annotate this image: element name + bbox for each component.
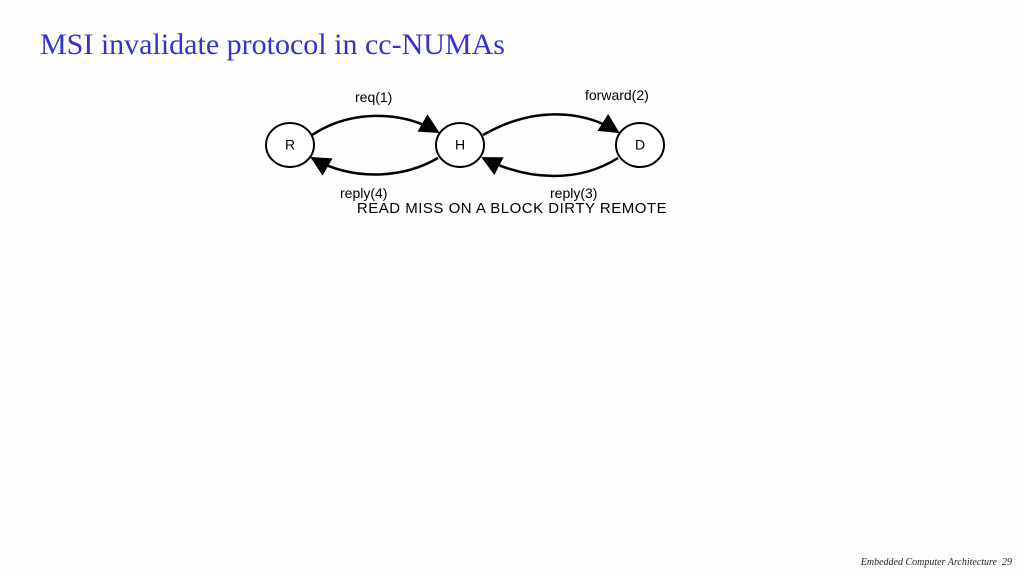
- slide-title: MSI invalidate protocol in cc-NUMAs: [40, 28, 505, 62]
- edge-reply3: [483, 158, 618, 176]
- node-h-label: H: [455, 137, 465, 153]
- protocol-diagram: R H D req(1) reply(4) forward(2) reply(3…: [240, 80, 700, 220]
- diagram-caption: READ MISS ON A BLOCK DIRTY REMOTE: [0, 200, 1024, 217]
- footer-course: Embedded Computer Architecture: [861, 557, 997, 568]
- edge-forward-label: forward(2): [585, 87, 649, 103]
- node-r-label: R: [285, 137, 295, 153]
- edge-reply3-label: reply(3): [550, 185, 597, 201]
- edge-reply4: [312, 158, 438, 175]
- footer-page: 29: [1002, 557, 1012, 568]
- node-d-label: D: [635, 137, 645, 153]
- edge-reply4-label: reply(4): [340, 185, 387, 201]
- edge-req-label: req(1): [355, 89, 392, 105]
- edge-req: [312, 116, 438, 135]
- slide-footer: Embedded Computer Architecture 29: [861, 557, 1012, 568]
- edge-forward: [483, 114, 618, 135]
